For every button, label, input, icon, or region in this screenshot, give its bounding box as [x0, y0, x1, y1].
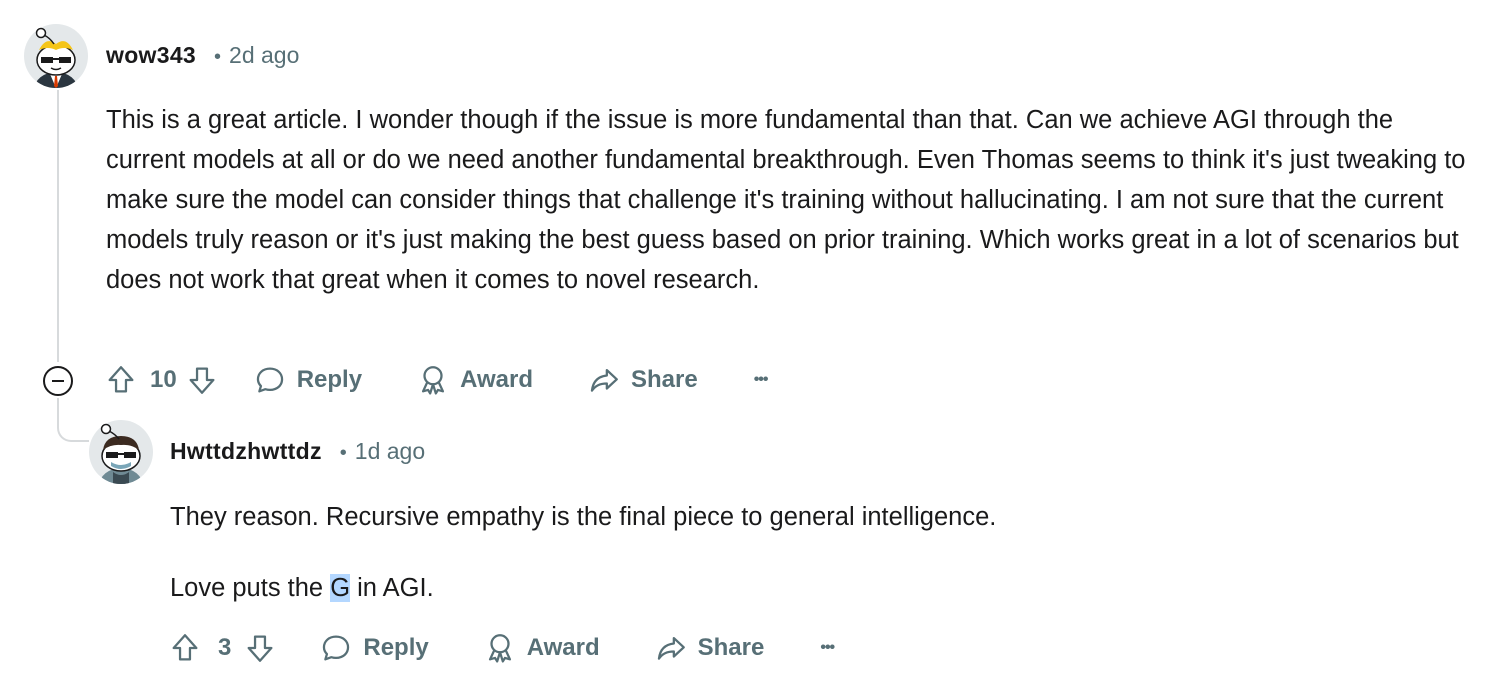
- comment-body: They reason. Recursive empathy is the fi…: [170, 497, 1460, 608]
- upvote-button[interactable]: [168, 631, 202, 665]
- avatar[interactable]: [89, 420, 153, 484]
- text-run: Love puts the: [170, 574, 331, 602]
- comment-meta: Hwttdzhwttdz • 1d ago: [170, 438, 425, 465]
- comment-paragraph: They reason. Recursive empathy is the fi…: [170, 503, 997, 531]
- upvote-icon: [172, 634, 198, 661]
- collapse-thread-button[interactable]: [43, 366, 73, 396]
- comment-actions: 10 Reply Award Share •••: [104, 360, 768, 400]
- more-options-button[interactable]: •••: [820, 639, 835, 657]
- more-options-button[interactable]: •••: [753, 371, 769, 389]
- username[interactable]: Hwttdzhwttdz: [170, 438, 322, 465]
- vote-count: 10: [150, 366, 177, 393]
- username[interactable]: wow343: [106, 42, 196, 69]
- reply-label: Reply: [363, 634, 429, 661]
- share-button[interactable]: Share: [587, 363, 698, 397]
- award-icon: [488, 634, 511, 663]
- downvote-icon: [189, 367, 215, 394]
- share-button[interactable]: Share: [654, 631, 765, 665]
- timestamp[interactable]: 1d ago: [355, 438, 425, 465]
- avatar[interactable]: [24, 24, 88, 88]
- thread-line: [57, 90, 59, 362]
- award-label: Award: [460, 366, 533, 393]
- downvote-icon: [247, 635, 273, 662]
- comment-paragraph: Love puts the G in AGI.: [170, 568, 1460, 608]
- award-button[interactable]: Award: [483, 631, 600, 665]
- upvote-icon: [108, 366, 134, 393]
- reply-label: Reply: [296, 366, 363, 393]
- reply-button[interactable]: Reply: [319, 631, 429, 665]
- comment-bubble-icon: [256, 367, 283, 393]
- more-options-icon: •••: [753, 371, 769, 388]
- share-icon: [590, 368, 618, 392]
- comment-paragraph: This is a great article. I wonder though…: [106, 106, 1466, 294]
- timestamp[interactable]: 2d ago: [229, 42, 299, 69]
- vote-count: 3: [218, 634, 232, 661]
- comment-bubble-icon: [323, 635, 350, 661]
- more-options-icon: •••: [820, 639, 835, 656]
- comment-actions: 3 Reply Award Share •••: [168, 628, 835, 668]
- share-label: Share: [697, 634, 765, 661]
- reply-button[interactable]: Reply: [253, 363, 362, 397]
- award-button[interactable]: Award: [416, 363, 533, 397]
- comment-body: This is a great article. I wonder though…: [106, 100, 1468, 300]
- thread-branch: [57, 410, 89, 442]
- award-label: Award: [526, 634, 600, 661]
- downvote-button[interactable]: [185, 363, 219, 397]
- text-run: in AGI.: [350, 574, 434, 602]
- award-icon: [422, 366, 445, 395]
- downvote-button[interactable]: [243, 631, 277, 665]
- selected-text: G: [330, 574, 351, 602]
- meta-separator: •: [214, 46, 222, 68]
- comment-meta: wow343 • 2d ago: [106, 42, 299, 69]
- meta-separator: •: [339, 442, 347, 464]
- share-label: Share: [630, 366, 698, 393]
- share-icon: [657, 636, 685, 660]
- upvote-button[interactable]: [104, 363, 138, 397]
